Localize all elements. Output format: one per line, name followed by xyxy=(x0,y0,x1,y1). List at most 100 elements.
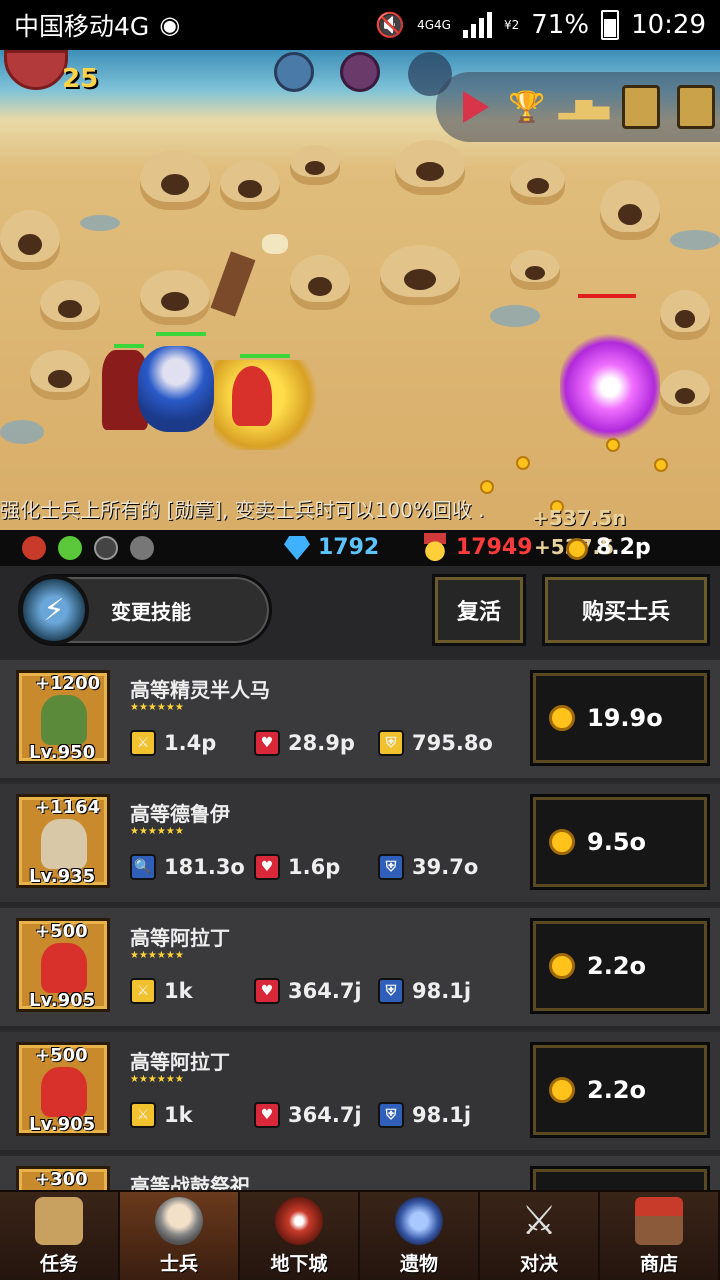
soldier-row[interactable]: +500 Lv.905 高等阿拉丁 ★★★★★★ ⚔ 1k ♥ 364.7j ⛨ 98… xyxy=(0,1030,720,1150)
gold-count: 8.2p xyxy=(596,535,651,560)
soldier-level: Lv.950 xyxy=(29,742,96,763)
defense-stat: ⛨ 98.1j xyxy=(378,978,471,1004)
soldier-portrait[interactable]: +500 Lv.905 xyxy=(16,918,110,1012)
battery-icon xyxy=(601,10,620,40)
nav-label: 地下城 xyxy=(270,1253,328,1275)
battle-scene[interactable]: 25 🏆 ▂▆▄ +537.5n 强化士兵上所有的 [勋章], 变卖士兵时可以1… xyxy=(0,50,720,530)
soldier-bonus: +500 xyxy=(35,921,88,942)
sand-mound xyxy=(395,140,465,195)
soldier-portrait[interactable]: +1164 Lv.935 xyxy=(16,794,110,888)
sand-mound xyxy=(660,290,710,340)
hero-avatar[interactable] xyxy=(4,50,68,90)
top-toolbar: 🏆 ▂▆▄ xyxy=(436,72,720,142)
soldier-row[interactable]: +1164 Lv.935 高等德鲁伊 ★★★★★★ 🔍 181.3o ♥ 1.6p … xyxy=(0,782,720,902)
buy-soldier-button[interactable]: 购买士兵 xyxy=(542,574,710,646)
soldier-icon xyxy=(155,1197,203,1245)
revive-button[interactable]: 复活 xyxy=(432,574,526,646)
sand-mound xyxy=(510,160,565,205)
enemy-hp-bar xyxy=(578,294,636,298)
dungeon-monster-icon xyxy=(275,1197,323,1245)
soldier-name: 高等战鼓祭祀 xyxy=(130,1174,250,1190)
gold-coin-icon xyxy=(549,829,575,855)
relic-buff-icon[interactable] xyxy=(340,52,380,92)
hero-level: 25 xyxy=(62,64,99,94)
upgrade-button[interactable] xyxy=(530,1166,710,1190)
soldier-level: Lv.935 xyxy=(29,866,96,887)
soldier-row[interactable]: +500 Lv.905 高等阿拉丁 ★★★★★★ ⚔ 1k ♥ 364.7j ⛨ 98… xyxy=(0,906,720,1026)
puddle xyxy=(490,305,540,327)
sand-mound xyxy=(40,280,100,330)
sand-mound xyxy=(380,245,460,305)
nav-duel[interactable]: ⚔ 对决 xyxy=(480,1192,600,1280)
crossed-swords-icon: ⚔ xyxy=(521,1198,557,1244)
network-label: 4G4G xyxy=(417,18,451,32)
puddle xyxy=(670,230,720,250)
party-avatar-icon xyxy=(130,536,154,560)
heart-icon: ♥ xyxy=(254,978,280,1004)
soldier-portrait[interactable]: +1200 Lv.950 xyxy=(16,670,110,764)
puddle xyxy=(0,420,44,444)
nav-label: 任务 xyxy=(39,1253,78,1275)
puddle xyxy=(80,215,120,231)
soldier-level: Lv.905 xyxy=(29,990,96,1011)
sand-mound xyxy=(290,255,350,310)
sand-mound xyxy=(510,250,560,290)
hp-stat: ♥ 28.9p xyxy=(254,730,355,756)
soldier-bonus: +1200 xyxy=(35,673,101,694)
soldier-blue-beast xyxy=(138,346,214,432)
soldier-stars: ★★★★★★ xyxy=(130,950,184,961)
scroll-icon xyxy=(35,1197,83,1245)
shield-blue-icon: ⛨ xyxy=(378,1102,404,1128)
upgrade-button[interactable]: 2.2o xyxy=(530,1042,710,1138)
upgrade-button[interactable]: 19.9o xyxy=(530,670,710,766)
nav-shop[interactable]: 商店 xyxy=(600,1192,720,1280)
carrier-label: 中国移动4G xyxy=(14,12,150,41)
defense-stat: ⛨ 98.1j xyxy=(378,1102,471,1128)
nav-soldiers[interactable]: 士兵 xyxy=(120,1192,240,1280)
sim-label: ¥2 xyxy=(503,18,520,32)
search-book-icon[interactable] xyxy=(617,81,664,133)
gold-coin-icon xyxy=(549,705,575,731)
podium-icon[interactable]: ▂▆▄ xyxy=(559,81,610,133)
shield-blue-icon: ⛨ xyxy=(378,854,404,880)
sword-icon: ⚔ xyxy=(130,978,156,1004)
shield-blue-icon: ⛨ xyxy=(378,978,404,1004)
change-skill-button[interactable]: ⚡ 变更技能 xyxy=(18,574,272,646)
edit-book-icon[interactable] xyxy=(673,81,720,133)
gem-count: 1792 xyxy=(318,535,380,560)
party-avatar-icon xyxy=(94,536,118,560)
soldier-stars: ★★★★★★ xyxy=(130,1074,184,1085)
coin-drop xyxy=(606,438,620,452)
nav-dungeon[interactable]: 地下城 xyxy=(240,1192,360,1280)
enemy-crystal[interactable] xyxy=(560,332,660,442)
magnifier-icon: 🔍 xyxy=(130,854,156,880)
play-icon[interactable] xyxy=(448,81,495,133)
upgrade-button[interactable]: 9.5o xyxy=(530,794,710,890)
soldier-stars: ★★★★★★ xyxy=(130,826,184,837)
flying-bird xyxy=(262,234,288,254)
attack-stat: ⚔ 1.4p xyxy=(130,730,216,756)
unit-hp-bar xyxy=(240,354,290,358)
aladdin-figure-icon xyxy=(41,1067,87,1117)
nav-quests[interactable]: 任务 xyxy=(0,1192,120,1280)
soldier-portrait[interactable]: +500 Lv.905 xyxy=(16,1042,110,1136)
party-avatar-icon xyxy=(58,536,82,560)
soldier-bonus: +300 xyxy=(35,1169,88,1190)
lightning-tower-icon: ⚡ xyxy=(19,575,89,645)
skill-buff-icon[interactable] xyxy=(274,52,314,92)
soldier-row[interactable]: +300 高等战鼓祭祀 xyxy=(0,1154,720,1190)
soldier-name: 高等精灵半人马 xyxy=(130,678,270,702)
nav-label: 对决 xyxy=(519,1253,558,1275)
coin-drop xyxy=(480,480,494,494)
upgrade-button[interactable]: 2.2o xyxy=(530,918,710,1014)
soldier-row[interactable]: +1200 Lv.950 高等精灵半人马 ★★★★★★ ⚔ 1.4p ♥ 28.9p… xyxy=(0,658,720,778)
clock: 10:29 xyxy=(631,10,706,40)
unit-hp-bar xyxy=(114,344,144,348)
nav-relics[interactable]: 遗物 xyxy=(360,1192,480,1280)
soldier-portrait[interactable]: +300 xyxy=(16,1166,110,1190)
trophy-icon[interactable]: 🏆 xyxy=(503,81,550,133)
relic-orb-icon xyxy=(395,1197,443,1245)
heart-icon: ♥ xyxy=(254,854,280,880)
bottom-nav: 任务 士兵 地下城 遗物 ⚔ 对决 商店 xyxy=(0,1190,720,1280)
mute-icon: 🔇 xyxy=(375,11,406,39)
